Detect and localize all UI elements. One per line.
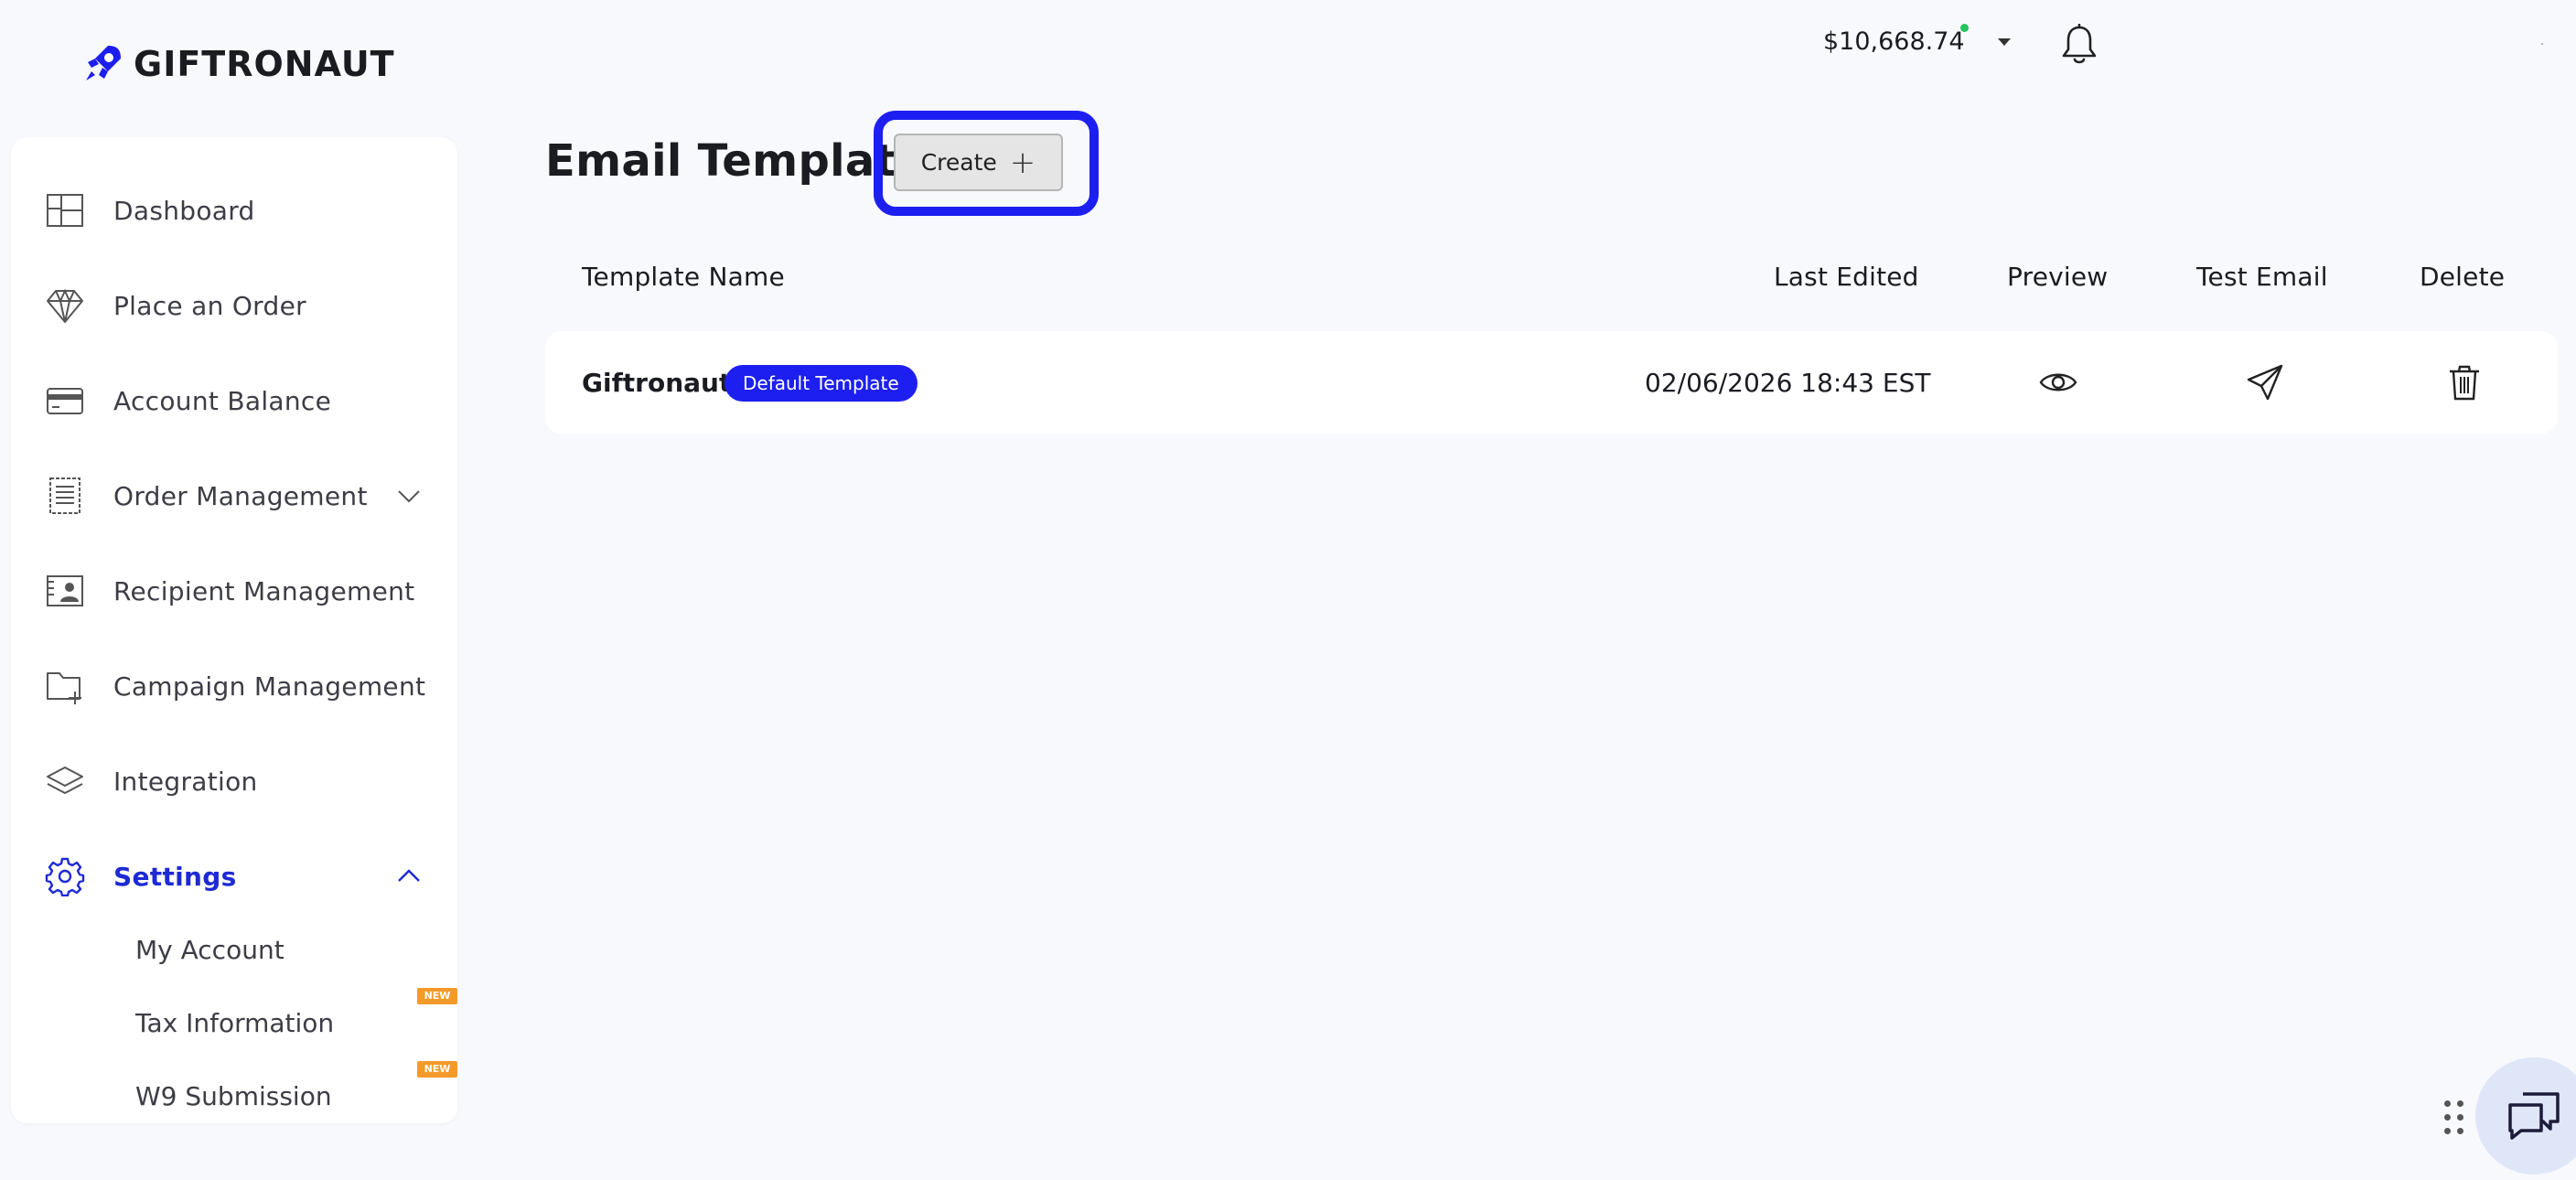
sidebar-item-account-balance[interactable]: Account Balance xyxy=(11,364,457,437)
column-header-preview: Preview xyxy=(2007,262,2109,292)
sidebar-item-label: Dashboard xyxy=(113,195,255,226)
column-header-delete: Delete xyxy=(2420,262,2506,292)
balance-value: $10,668.74 xyxy=(1823,27,1965,56)
chat-icon xyxy=(2508,1092,2560,1140)
layers-icon xyxy=(44,760,86,802)
balance-amount: $10,668.74 xyxy=(1823,24,1969,56)
sidebar-item-order-management[interactable]: Order Management xyxy=(11,459,457,532)
sidebar-item-label: Order Management xyxy=(113,480,368,511)
new-badge: NEW xyxy=(417,988,457,1004)
column-header-last-edited: Last Edited xyxy=(1774,262,1919,292)
brand-logo[interactable]: GIFTRONAUT xyxy=(80,40,395,88)
rocket-logo-icon xyxy=(86,46,121,80)
diamond-icon xyxy=(44,284,86,327)
sidebar-subitem-w9-submission[interactable]: W9 Submission NEW xyxy=(11,1061,457,1123)
create-button[interactable]: Create + xyxy=(894,134,1063,191)
gear-icon xyxy=(44,855,86,897)
chevron-up-icon[interactable] xyxy=(395,863,423,890)
sidebar-item-integration[interactable]: Integration xyxy=(11,745,457,818)
eye-icon[interactable] xyxy=(2038,362,2078,402)
sidebar: Dashboard Place an Order Account Balance… xyxy=(11,137,457,1123)
template-name: Giftronaut xyxy=(582,368,732,398)
sidebar-subitem-label: Tax Information xyxy=(135,1007,335,1038)
status-dot xyxy=(1959,24,1969,32)
dashboard-icon xyxy=(44,189,86,231)
default-template-badge: Default Template xyxy=(724,365,918,402)
receipt-icon xyxy=(44,475,86,517)
trash-icon[interactable] xyxy=(2444,362,2485,402)
decorative-dot xyxy=(2541,43,2543,45)
plus-icon: + xyxy=(1009,144,1036,181)
caret-down-icon xyxy=(1997,38,2011,46)
sidebar-subitem-label: My Account xyxy=(135,934,284,965)
sidebar-item-label: Campaign Management xyxy=(113,670,426,702)
sidebar-item-label: Account Balance xyxy=(113,385,332,416)
send-icon[interactable] xyxy=(2245,362,2285,402)
credit-card-icon xyxy=(44,380,86,422)
sidebar-item-recipient-management[interactable]: Recipient Management xyxy=(11,554,457,628)
balance-dropdown[interactable]: $10,668.74 xyxy=(1823,24,2011,56)
column-header-test-email: Test Email xyxy=(2196,262,2328,292)
folder-plus-icon xyxy=(44,665,86,707)
table-row: Giftronaut Default Template 02/06/2026 1… xyxy=(545,331,2558,434)
column-header-template-name: Template Name xyxy=(582,262,785,292)
brand-name: GIFTRONAUT xyxy=(134,44,395,84)
create-button-label: Create xyxy=(920,149,997,176)
sidebar-item-place-order[interactable]: Place an Order xyxy=(11,269,457,342)
new-badge: NEW xyxy=(417,1061,457,1078)
sidebar-item-dashboard[interactable]: Dashboard xyxy=(11,174,457,247)
sidebar-subitem-my-account[interactable]: My Account xyxy=(11,922,457,977)
sidebar-item-label: Integration xyxy=(113,766,258,797)
bell-icon[interactable] xyxy=(2059,24,2099,66)
chat-widget-button[interactable] xyxy=(2475,1057,2576,1175)
sidebar-subitem-label: W9 Submission xyxy=(135,1080,332,1111)
contact-card-icon xyxy=(44,570,86,612)
sidebar-item-label: Place an Order xyxy=(113,290,306,321)
sidebar-item-label: Settings xyxy=(113,861,237,892)
last-edited-value: 02/06/2026 18:43 EST xyxy=(1645,368,1931,398)
sidebar-item-label: Recipient Management xyxy=(113,575,415,606)
sidebar-item-campaign-management[interactable]: Campaign Management xyxy=(11,649,457,723)
app-root: GIFTRONAUT $10,668.74 Dashboard Place an… xyxy=(0,0,2576,1180)
page-title: Email Template xyxy=(545,135,927,187)
drag-handle-icon[interactable] xyxy=(2444,1100,2464,1137)
sidebar-item-settings[interactable]: Settings xyxy=(11,840,457,913)
chevron-down-icon[interactable] xyxy=(395,482,423,510)
sidebar-subitem-tax-information[interactable]: Tax Information NEW xyxy=(11,988,457,1050)
